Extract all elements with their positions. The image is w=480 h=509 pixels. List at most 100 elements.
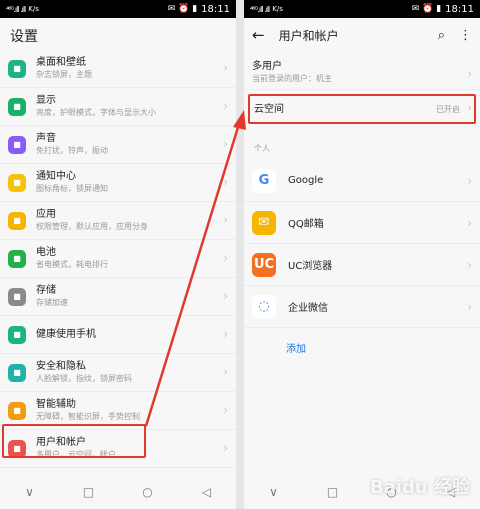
bell-icon: ■ (8, 173, 26, 192)
settings-item-label: 电池 (36, 247, 56, 258)
settings-item-label: 存储 (36, 285, 56, 296)
settings-item-subtitle: 无障碍，智能识屏，手势控制 (36, 412, 140, 421)
recent-apps-icon[interactable]: □ (79, 485, 99, 499)
hand-icon: ■ (8, 401, 26, 420)
down-icon[interactable]: ∨ (264, 485, 284, 499)
multi-user-row[interactable]: 多用户 当前登录的用户：机主 › (244, 56, 480, 90)
clock: 18:11 (445, 3, 474, 15)
storage-icon: ■ (8, 287, 26, 306)
signal-icon: ⁴⁶ᴳ.ıll .ıll (6, 4, 26, 14)
settings-item[interactable]: ■ 应用权限管理，默认应用，应用分身 › (0, 202, 236, 240)
battery-icon: ■ (8, 249, 26, 268)
back-icon[interactable]: ◁ (197, 485, 217, 499)
account-name: QQ邮箱 (288, 219, 324, 230)
add-account-link[interactable]: 添加 (286, 340, 306, 355)
display-icon: ■ (8, 97, 26, 116)
settings-item-label: 显示 (36, 95, 56, 106)
shield-icon: ■ (8, 363, 26, 382)
apps-icon: ■ (8, 211, 26, 230)
settings-item[interactable]: ■ 电池省电模式，耗电排行 › (0, 240, 236, 278)
chevron-right-icon: › (223, 327, 228, 341)
settings-item-subtitle: 亮度，护眼模式，字体与显示大小 (36, 108, 156, 117)
settings-item-label: 应用 (36, 209, 56, 220)
account-logo-icon: ◌ (252, 294, 276, 319)
settings-item-label: 声音 (36, 133, 56, 144)
chevron-right-icon: › (467, 216, 472, 230)
settings-item-label: 智能辅助 (36, 399, 76, 410)
account-row[interactable]: UC UC浏览器 › (244, 244, 480, 286)
settings-item-subtitle: 人脸解锁，指纹，锁屏密码 (36, 374, 132, 383)
page-title: 设置 (10, 29, 38, 45)
chevron-right-icon: › (223, 403, 228, 417)
highlight-box (248, 94, 476, 124)
pane-divider (236, 0, 244, 509)
hourglass-icon: ■ (8, 325, 26, 344)
chevron-right-icon: › (223, 175, 228, 189)
account-logo-icon: UC (252, 252, 276, 277)
image-icon: ■ (8, 59, 26, 78)
chevron-right-icon: › (223, 365, 228, 379)
status-icons: ✉ ⏰ ▮ (167, 4, 198, 14)
recent-apps-icon[interactable]: □ (323, 485, 343, 499)
screenshot-frame: ⁴⁶ᴳ.ıll .ıll K/s ✉ ⏰ ▮ 18:11 设置 ■ 桌面和壁纸杂志… (0, 0, 480, 509)
settings-item-subtitle: 省电模式，耗电排行 (36, 260, 108, 269)
settings-item-label: 安全和隐私 (36, 361, 86, 372)
search-icon[interactable]: ⌕ (438, 28, 445, 43)
settings-item[interactable]: ■ 显示亮度，护眼模式，字体与显示大小 › (0, 88, 236, 126)
chevron-right-icon: › (467, 258, 472, 272)
net-speed: K/s (28, 5, 39, 13)
chevron-right-icon: › (223, 137, 228, 151)
settings-item[interactable]: ■ 通知中心图标角标，锁屏通知 › (0, 164, 236, 202)
more-icon[interactable]: ⋮ (459, 28, 472, 43)
multi-user-sub: 当前登录的用户：机主 (252, 74, 332, 83)
settings-item[interactable]: ■ 桌面和壁纸杂志锁屏，主题 › (0, 50, 236, 88)
status-bar: ⁴⁶ᴳ.ıll .ıll K/s ✉ ⏰ ▮ 18:11 (244, 0, 480, 18)
net-speed: K/s (272, 5, 283, 13)
settings-item-subtitle: 权限管理，默认应用，应用分身 (36, 222, 148, 231)
chevron-right-icon: › (223, 213, 228, 227)
settings-screen: ⁴⁶ᴳ.ıll .ıll K/s ✉ ⏰ ▮ 18:11 设置 ■ 桌面和壁纸杂志… (0, 0, 236, 509)
chevron-right-icon: › (223, 61, 228, 75)
account-row[interactable]: ✉ QQ邮箱 › (244, 202, 480, 244)
settings-item-subtitle: 图标角标，锁屏通知 (36, 184, 108, 193)
account-name: Google (288, 175, 324, 186)
app-bar: ← 用户和帐户 ⌕ ⋮ (244, 22, 480, 48)
signal-icon: ⁴⁶ᴳ.ıll .ıll (250, 4, 270, 14)
status-bar: ⁴⁶ᴳ.ıll .ıll K/s ✉ ⏰ ▮ 18:11 (0, 0, 236, 18)
account-name: UC浏览器 (288, 261, 333, 272)
chevron-right-icon: › (467, 300, 472, 314)
sound-icon: ■ (8, 135, 26, 154)
account-logo-icon: ✉ (252, 210, 276, 235)
chevron-right-icon: › (223, 99, 228, 113)
status-icons: ✉ ⏰ ▮ (411, 4, 442, 14)
account-row[interactable]: G Google › (244, 160, 480, 202)
clock: 18:11 (201, 3, 230, 15)
settings-item[interactable]: ■ 存储存储加速 › (0, 278, 236, 316)
account-logo-icon: G (252, 168, 276, 193)
settings-item-subtitle: 杂志锁屏，主题 (36, 70, 92, 79)
back-arrow-icon[interactable]: ← (252, 26, 265, 44)
home-icon[interactable]: ○ (138, 485, 158, 499)
page-title: 用户和帐户 (278, 28, 339, 43)
watermark-logo: Baidu 经验 (369, 477, 470, 498)
settings-item-subtitle: 存储加速 (36, 298, 68, 307)
highlight-box (2, 424, 146, 458)
account-row[interactable]: ◌ 企业微信 › (244, 286, 480, 328)
settings-item-label: 通知中心 (36, 171, 76, 182)
accounts-screen: ⁴⁶ᴳ.ıll .ıll K/s ✉ ⏰ ▮ 18:11 ← 用户和帐户 ⌕ ⋮… (244, 0, 480, 509)
account-name: 企业微信 (288, 303, 328, 314)
settings-item[interactable]: ■ 健康使用手机 › (0, 316, 236, 354)
settings-item[interactable]: ■ 声音免打扰，铃声，振动 › (0, 126, 236, 164)
chevron-right-icon: › (467, 174, 472, 188)
down-icon[interactable]: ∨ (20, 485, 40, 499)
chevron-right-icon: › (223, 289, 228, 303)
settings-item[interactable]: ■ 安全和隐私人脸解锁，指纹，锁屏密码 › (0, 354, 236, 392)
settings-item-label: 健康使用手机 (36, 329, 96, 340)
chevron-right-icon: › (467, 67, 472, 81)
multi-user-label: 多用户 (252, 61, 282, 72)
settings-item-label: 桌面和壁纸 (36, 57, 86, 68)
chevron-right-icon: › (223, 251, 228, 265)
section-header: 个人 (254, 144, 270, 153)
settings-item-subtitle: 免打扰，铃声，振动 (36, 146, 108, 155)
navigation-bar: ∨ □ ○ ◁ (0, 475, 236, 509)
